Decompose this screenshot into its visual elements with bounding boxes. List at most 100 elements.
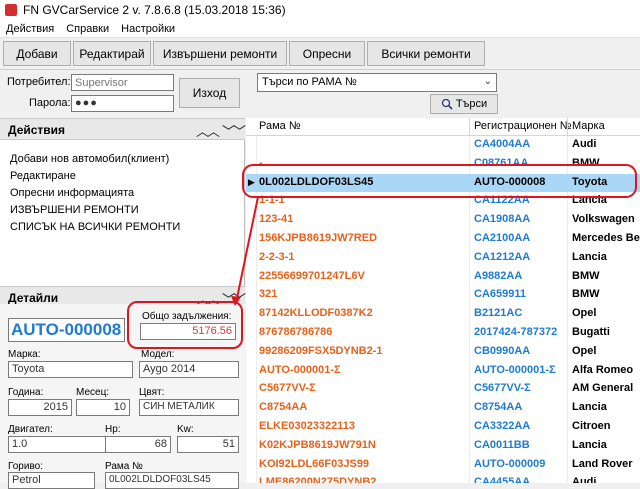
debt-value: 5176.56 — [140, 323, 236, 340]
table-row[interactable]: 99286209FSX5DYNB2-1 CB0990AA Opel — [246, 343, 640, 361]
cell-frame: 2-2-3-1 — [259, 250, 295, 263]
table-row[interactable]: LME86200N275DYNB2 CA4455AA Audi — [246, 474, 640, 483]
menu-bar: Действия Справки Настройки — [0, 20, 640, 38]
search-button[interactable]: Търси — [430, 94, 498, 114]
app-icon — [5, 4, 17, 16]
cell-make: Audi — [572, 138, 597, 150]
table-row[interactable]: 22556699701247L6V A9882AA BMW — [246, 268, 640, 286]
cell-frame: 0L002LDLDOF03LS45 — [259, 175, 374, 188]
model-field[interactable]: Aygo 2014 — [139, 361, 239, 378]
cell-reg: CA1908AA — [474, 213, 531, 226]
cell-make: Lancia — [572, 194, 607, 207]
menu-actions[interactable]: Действия — [0, 23, 60, 35]
cell-frame: 87142KLLODF0387K2 — [259, 307, 373, 320]
row-pointer-icon: ▶ — [248, 176, 255, 187]
cell-frame: 876786786786 — [259, 326, 333, 338]
user-input[interactable] — [71, 74, 174, 91]
cell-make: Alfa Romeo — [572, 363, 634, 376]
table-row[interactable]: C8754AA C8754AA Lancia — [246, 399, 640, 417]
cell-frame: AUTO-000001-Σ — [259, 363, 341, 376]
hp-label: Hp: — [105, 424, 121, 435]
col-reg[interactable]: Регистрационен № — [474, 120, 572, 132]
title-bar: FN GVCarService 2 v. 7.8.6.8 (15.03.2018… — [0, 0, 640, 20]
exit-button[interactable]: Изход — [179, 78, 240, 108]
kw-label: Kw: — [177, 424, 194, 435]
cell-frame: 22556699701247L6V — [259, 269, 365, 282]
actions-header: Действия ︿︿ ﹀﹀ — [0, 118, 246, 140]
cell-frame: LME86200N275DYNB2 — [259, 476, 377, 483]
cell-make: Opel — [572, 344, 597, 357]
cell-reg: CA4004AA — [474, 138, 531, 150]
action-refresh[interactable]: Опресни информацията — [10, 187, 134, 199]
action-edit[interactable]: Редактиране — [10, 170, 76, 182]
column-divider — [469, 118, 470, 136]
table-row[interactable]: ELKE03023322113 CA3322AA Citroen — [246, 418, 640, 436]
user-label: Потребител: — [7, 76, 71, 88]
color-label: Цвят: — [139, 387, 165, 398]
cell-reg: CA4455AA — [474, 476, 531, 483]
cars-grid[interactable]: Рама № Регистрационен № Марка CA4004AA Au… — [246, 118, 640, 483]
menu-settings[interactable]: Настройки — [115, 23, 181, 35]
month-label: Месец: — [76, 387, 110, 398]
table-row[interactable]: ▶ 0L002LDLDOF03LS45 AUTO-000008 Toyota — [246, 173, 640, 192]
cell-make: Audi — [572, 476, 597, 483]
frame-field[interactable]: 0L002LDLDOF03LS45 — [105, 472, 239, 489]
details-title: Детайли — [8, 291, 59, 305]
year-field[interactable]: 2015 — [8, 399, 72, 416]
action-done-repairs[interactable]: ИЗВЪРШЕНИ РЕМОНТИ — [10, 204, 139, 216]
cell-reg: AUTO-000001-Σ — [474, 363, 556, 376]
kw-field[interactable]: 51 — [177, 436, 239, 453]
table-row[interactable]: 1-1-1 CA1122AA Lancia — [246, 192, 640, 210]
month-field[interactable]: 10 — [76, 399, 130, 416]
cell-reg: AUTO-000009 — [474, 457, 546, 470]
cell-make: Lancia — [572, 250, 607, 263]
table-row[interactable]: CA4004AA Audi — [246, 136, 640, 154]
cell-reg: C5677VV-Σ — [474, 382, 531, 395]
table-row[interactable]: 123-41 CA1908AA Volkswagen — [246, 211, 640, 229]
collapse-icon[interactable]: ︿︿ — [196, 121, 220, 140]
table-row[interactable]: 87142KLLODF0387K2 B2121AC Opel — [246, 305, 640, 323]
fuel-field[interactable]: Petrol — [8, 472, 95, 489]
cell-frame: 123-41 — [259, 213, 294, 226]
table-row[interactable]: 2-2-3-1 CA1212AA Lancia — [246, 249, 640, 267]
expand-icon[interactable]: ﹀﹀ — [222, 121, 246, 140]
table-row[interactable]: KOI92LDL66F03JS99 AUTO-000009 Land Rover — [246, 456, 640, 474]
password-input[interactable]: ●●● — [71, 95, 174, 112]
cell-reg: C8754AA — [474, 401, 523, 414]
table-row[interactable]: AUTO-000001-Σ AUTO-000001-Σ Alfa Romeo — [246, 362, 640, 380]
refresh-button[interactable]: Опресни — [289, 41, 365, 66]
cell-reg: AUTO-000008 — [474, 175, 546, 188]
action-add-car[interactable]: Добави нов автомобил(клиент) — [10, 153, 169, 165]
cell-reg: B2121AC — [474, 307, 523, 320]
column-divider — [567, 118, 568, 136]
hp-field[interactable]: 68 — [105, 436, 171, 453]
col-make[interactable]: Марка — [572, 120, 605, 132]
table-row[interactable]: K02KJPB8619JW791N CA0011BB Lancia — [246, 437, 640, 455]
add-button[interactable]: Добави — [3, 41, 71, 66]
table-row[interactable]: 156KJPB8619JW7RED CA2100AA Mercedes Benz — [246, 230, 640, 248]
table-row[interactable]: - C08761AA BMW — [246, 155, 640, 173]
table-row[interactable]: C5677VV-Σ C5677VV-Σ AM General — [246, 380, 640, 398]
cell-frame: K02KJPB8619JW791N — [259, 438, 376, 451]
search-mode-select[interactable]: Търси по РАМА № ⌄ — [257, 73, 497, 92]
cell-frame: KOI92LDL66F03JS99 — [259, 457, 370, 470]
reg-number-field[interactable]: AUTO-000008 — [8, 318, 125, 342]
login-panel: Потребител: Парола: ●●● Изход — [0, 70, 245, 118]
action-all-repairs[interactable]: СПИСЪК НА ВСИЧКИ РЕМОНТИ — [10, 221, 180, 233]
col-frame[interactable]: Рама № — [259, 120, 301, 132]
all-repairs-button[interactable]: Всички ремонти — [367, 41, 485, 66]
done-repairs-button[interactable]: Извършени ремонти — [153, 41, 287, 66]
cell-make: BMW — [572, 269, 600, 282]
edit-button[interactable]: Редактирай — [73, 41, 151, 66]
table-row[interactable]: 321 CA659911 BMW — [246, 286, 640, 304]
color-field[interactable]: СИН МЕТАЛИК — [139, 399, 239, 416]
table-row[interactable]: 876786786786 2017424-787372 Bugatti — [246, 324, 640, 342]
cell-frame: 1-1-1 — [259, 194, 285, 207]
engine-field[interactable]: 1.0 — [8, 436, 106, 453]
cell-frame: C5677VV-Σ — [259, 382, 316, 395]
make-field[interactable]: Toyota — [8, 361, 133, 378]
cell-make: Lancia — [572, 438, 607, 451]
cell-make: Volkswagen — [572, 213, 635, 226]
cell-reg: CB0990AA — [474, 344, 531, 357]
menu-reports[interactable]: Справки — [60, 23, 115, 35]
